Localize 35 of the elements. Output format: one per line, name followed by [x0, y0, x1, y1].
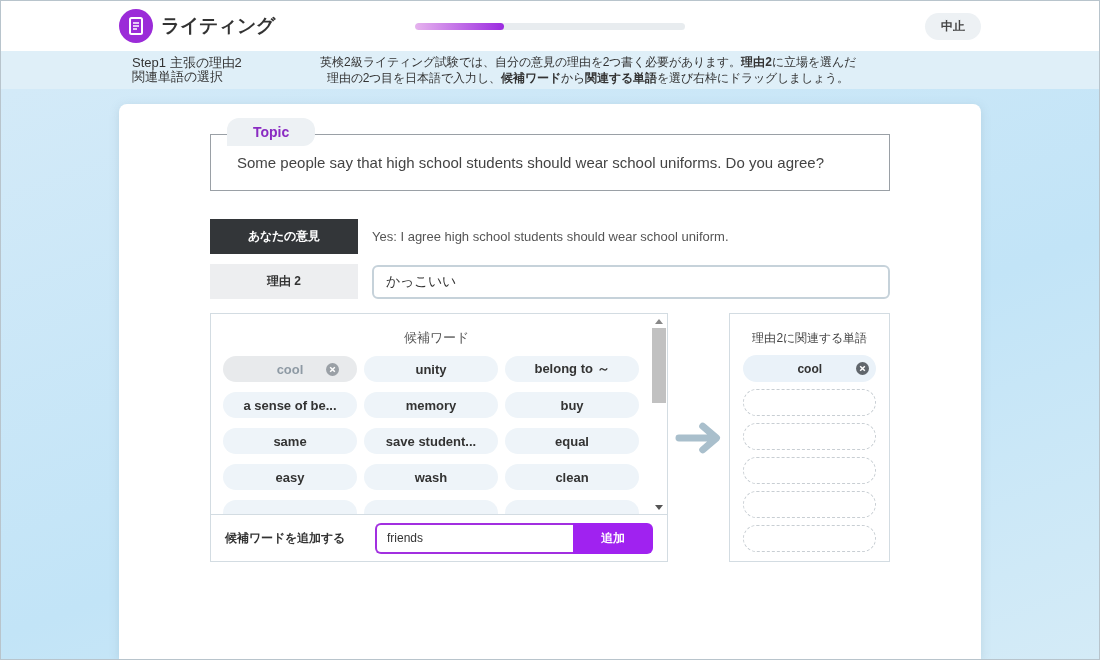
related-title: 理由2に関連する単語: [751, 330, 869, 347]
word-chip[interactable]: cool: [743, 355, 876, 382]
word-chip[interactable]: belong to ～: [505, 356, 639, 382]
scroll-up-icon[interactable]: [655, 319, 663, 324]
word-chip[interactable]: clean: [505, 464, 639, 490]
reason-field[interactable]: かっこいい: [372, 264, 890, 299]
app-title: ライティング: [161, 14, 275, 38]
candidates-title: 候補ワード: [402, 329, 470, 347]
word-chip[interactable]: equal: [505, 428, 639, 454]
reason-label: 理由 2: [210, 264, 358, 299]
opinion-label: あなたの意見: [210, 219, 358, 254]
add-word-field[interactable]: friends: [375, 522, 573, 554]
word-chip[interactable]: wash: [364, 464, 498, 490]
scrollbar-thumb[interactable]: [652, 328, 666, 403]
remove-icon[interactable]: [856, 362, 869, 375]
topic-label: Topic: [227, 118, 316, 146]
add-word-label: 候補ワードを追加する: [225, 529, 346, 547]
instruction-text: 英検2級ライティング試験では、自分の意見の理由を2つ書く必要があります。理由2に立場を選んだ: [320, 54, 857, 70]
remove-icon[interactable]: [326, 362, 339, 376]
word-chip[interactable]: memory: [364, 392, 498, 418]
quit-button[interactable]: 中止: [925, 12, 981, 40]
arrow-right-icon: [675, 419, 723, 456]
opinion-text: Yes: I agree high school students should wear school uniform.: [372, 229, 729, 244]
instruction-text: 理由の2つ目を日本語で入力し、候補ワードから関連する単語を選び右枠にドラッグしましょう。: [325, 70, 851, 86]
word-chip[interactable]: save student...: [364, 428, 498, 454]
word-chip[interactable]: a sense of be...: [223, 392, 357, 418]
scroll-down-icon[interactable]: [655, 505, 663, 510]
topic-text: Some people say that high school students should wear school uniforms. Do you agree?: [236, 153, 825, 171]
word-chip[interactable]: same: [223, 428, 357, 454]
word-chip[interactable]: buy: [505, 392, 639, 418]
document-icon: [119, 9, 153, 43]
word-chip[interactable]: easy: [223, 464, 357, 490]
add-button[interactable]: 追加: [573, 522, 653, 554]
word-chip[interactable]: unity: [364, 356, 498, 382]
step-title: Step1 主張の理由2 関連単語の選択: [132, 56, 243, 84]
